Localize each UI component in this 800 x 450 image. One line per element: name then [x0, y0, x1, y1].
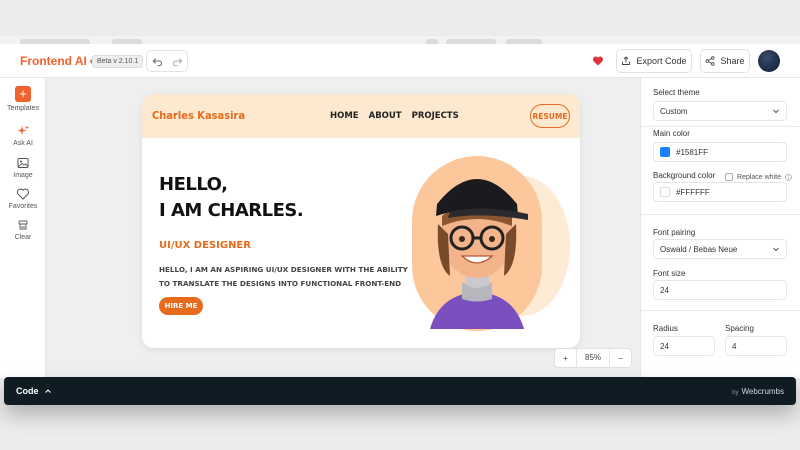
font-pairing-value: Oswald / Bebas Neue	[660, 244, 738, 254]
share-button[interactable]: Share	[700, 49, 750, 73]
sidebar-item-label: Image	[13, 172, 33, 179]
divider	[641, 126, 800, 127]
font-pairing-select[interactable]: Oswald / Bebas Neue	[653, 239, 787, 259]
undo-redo-group	[146, 50, 188, 72]
preview-hire-button[interactable]: HIRE ME	[159, 297, 203, 315]
brand-name: Frontend AI	[20, 54, 87, 68]
sidebar-item-clear[interactable]: Clear	[0, 218, 46, 241]
share-icon	[705, 56, 715, 66]
export-icon	[622, 56, 631, 65]
theme-label: Select theme	[653, 88, 700, 97]
radius-input[interactable]: 24	[653, 336, 715, 356]
divider	[641, 214, 800, 215]
heart-icon	[592, 56, 604, 66]
image-icon	[17, 158, 29, 168]
preview-hero-heading: HELLO, I AM CHARLES.	[159, 172, 304, 224]
divider	[641, 310, 800, 311]
zoom-in-button[interactable]: +	[555, 354, 576, 363]
sidebar-item-label: Clear	[14, 234, 32, 241]
code-label: Code	[16, 386, 39, 396]
sparkle-icon	[17, 125, 29, 135]
chevron-down-icon	[773, 247, 779, 252]
heart-outline-icon	[17, 188, 29, 200]
sidebar-item-ask-ai[interactable]: Ask AI	[0, 124, 46, 147]
export-label: Export Code	[636, 56, 687, 66]
sidebar-item-label: Templates	[7, 105, 39, 112]
spacing-value: 4	[732, 341, 737, 351]
main-color-swatch[interactable]	[660, 147, 670, 157]
preview-role: UI/UX DESIGNER	[159, 240, 251, 251]
user-avatar[interactable]	[758, 50, 780, 72]
version-badge: Beta v 2.10.1	[92, 55, 144, 68]
chevron-up-icon	[44, 389, 51, 393]
background-color-value: #FFFFFF	[676, 187, 710, 197]
credit-by: by	[732, 390, 739, 396]
undo-icon[interactable]	[152, 56, 163, 67]
website-preview[interactable]: Charles Kasasira HOME ABOUT PROJECTS RES…	[142, 94, 580, 348]
replace-white-toggle[interactable]: Replace white	[725, 173, 792, 181]
hero-line-2: I AM CHARLES.	[159, 200, 304, 221]
font-size-label: Font size	[653, 269, 686, 278]
preview-navbar: Charles Kasasira HOME ABOUT PROJECTS RES…	[142, 94, 580, 138]
sidebar-item-image[interactable]: Image	[0, 156, 46, 179]
clear-icon	[18, 220, 28, 230]
sidebar-item-templates[interactable]: + Templates	[0, 86, 46, 112]
spacing-label: Spacing	[725, 324, 754, 333]
hero-line-1: HELLO,	[159, 174, 228, 195]
main-color-field[interactable]: #1581FF	[653, 142, 787, 162]
settings-panel: Select theme Custom Main color #1581FF B…	[640, 78, 800, 378]
preview-nav-home[interactable]: HOME	[330, 111, 359, 121]
app-brand[interactable]: Frontend AI✦	[20, 54, 96, 68]
code-toggle[interactable]: Code	[16, 386, 52, 396]
replace-white-label: Replace white	[737, 173, 781, 181]
info-icon	[785, 173, 792, 181]
preview-nav-links: HOME ABOUT PROJECTS	[330, 111, 459, 121]
replace-white-checkbox[interactable]	[725, 173, 733, 181]
font-pairing-label: Font pairing	[653, 228, 696, 237]
main-color-label: Main color	[653, 129, 690, 138]
background-color-field[interactable]: #FFFFFF	[653, 182, 787, 202]
chevron-down-icon	[773, 109, 779, 114]
export-code-button[interactable]: Export Code	[616, 49, 692, 73]
background-color-swatch[interactable]	[660, 187, 670, 197]
redo-icon[interactable]	[172, 56, 183, 67]
background-color-label: Background color	[653, 171, 716, 180]
preview-description: HELLO, I AM AN ASPIRING UI/UX DESIGNER W…	[159, 265, 408, 288]
sidebar-item-favorites[interactable]: Favorites	[0, 187, 46, 210]
radius-label: Radius	[653, 324, 678, 333]
preview-nav-projects[interactable]: PROJECTS	[412, 111, 459, 121]
sidebar-item-label: Favorites	[8, 203, 38, 210]
sidebar-item-label: Ask AI	[13, 140, 33, 147]
font-size-input[interactable]: 24	[653, 280, 787, 300]
credit-name: Webcrumbs	[741, 387, 784, 396]
code-panel-bar[interactable]: Code by Webcrumbs	[4, 377, 796, 405]
top-toolbar: Frontend AI✦ Beta v 2.10.1 Export Code S…	[0, 44, 800, 78]
left-sidebar: + Templates Ask AI Image Favorites Clear	[0, 78, 46, 378]
favorite-button[interactable]	[588, 51, 608, 71]
zoom-control: + 85% −	[554, 348, 632, 368]
spacing-input[interactable]: 4	[725, 336, 787, 356]
zoom-value: 85%	[575, 348, 611, 368]
plus-icon: +	[15, 86, 31, 102]
preview-nav-about[interactable]: ABOUT	[369, 111, 402, 121]
theme-select-value: Custom	[660, 106, 688, 116]
zoom-out-button[interactable]: −	[610, 354, 631, 363]
portrait-illustration	[412, 156, 570, 331]
theme-select[interactable]: Custom	[653, 101, 787, 121]
share-label: Share	[720, 56, 745, 66]
radius-value: 24	[660, 341, 669, 351]
preview-resume-button[interactable]: RESUME	[530, 104, 570, 128]
font-size-value: 24	[660, 285, 669, 295]
preview-logo[interactable]: Charles Kasasira	[152, 109, 245, 122]
main-color-value: #1581FF	[676, 147, 709, 157]
webcrumbs-credit[interactable]: by Webcrumbs	[732, 387, 784, 396]
